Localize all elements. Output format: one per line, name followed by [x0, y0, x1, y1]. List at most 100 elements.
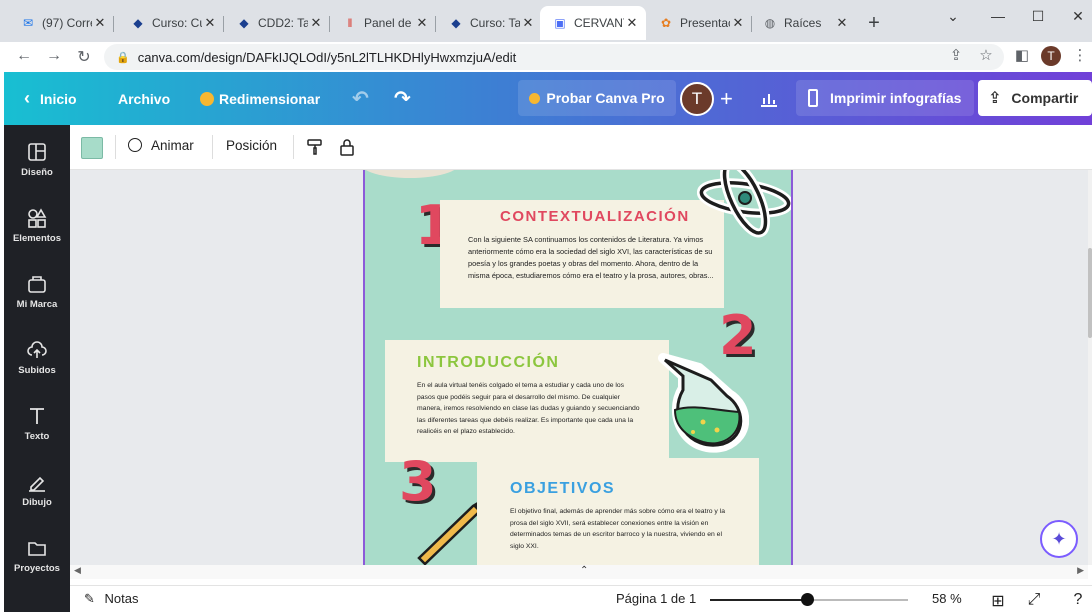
scroll-left-icon[interactable]: ◀: [74, 565, 81, 576]
browser-tab[interactable]: ✉ (97) Correo✕: [8, 6, 114, 40]
resize-button[interactable]: Redimensionar: [200, 72, 320, 125]
sidebar-item-brand[interactable]: Mi Marca: [4, 273, 70, 310]
share-button[interactable]: ⇪ Compartir: [978, 80, 1092, 116]
palette-icon: ✿: [660, 16, 672, 30]
chevron-up-icon[interactable]: ⌃: [580, 565, 588, 576]
try-pro-label: Probar Canva Pro: [546, 90, 665, 106]
new-tab-button[interactable]: +: [864, 12, 884, 35]
browser-tab-title: Panel de: [364, 16, 412, 30]
section-number: 2: [719, 304, 757, 367]
close-tab-icon[interactable]: ✕: [92, 15, 108, 31]
sidebar-item-text[interactable]: Texto: [4, 405, 70, 442]
url-text: canva.com/design/DAFkIJQLOdI/y5nL2lTLHKD…: [137, 49, 517, 65]
browser-tab[interactable]: ◆ Curso: Tar ✕: [436, 6, 542, 40]
sidebar-item-uploads[interactable]: Subidos: [4, 339, 70, 376]
copy-style-icon[interactable]: [306, 138, 324, 159]
try-pro-button[interactable]: Probar Canva Pro: [518, 80, 676, 116]
reload-icon[interactable]: ↻: [74, 47, 94, 67]
print-infographic-button[interactable]: Imprimir infografías: [796, 80, 974, 116]
browser-tab[interactable]: ◆ CDD2: Tar✕: [224, 6, 330, 40]
grid-view-icon[interactable]: ⊞: [988, 591, 1008, 611]
zoom-level[interactable]: 58 %: [932, 591, 962, 606]
minimize-button[interactable]: —: [988, 8, 1008, 24]
design-page[interactable]: 1 CONTEXTUALIZACIÓN Con la siguiente SA …: [363, 170, 793, 565]
fullscreen-icon[interactable]: ⤢: [1024, 591, 1044, 609]
browser-tab[interactable]: ◍ Raíces ✕: [750, 6, 856, 40]
undo-icon[interactable]: ↶: [352, 72, 369, 125]
graduation-cap-icon: ◆: [239, 16, 249, 30]
cloud-upload-icon: [27, 341, 47, 358]
sidebar-item-projects[interactable]: Proyectos: [4, 537, 70, 574]
bookmark-star-icon[interactable]: ☆: [976, 46, 996, 64]
close-tab-icon[interactable]: ✕: [834, 15, 850, 31]
close-tab-icon[interactable]: ✕: [414, 15, 430, 31]
editor-footer: ✎ Notas Página 1 de 1 58 % ⊞ ⤢ ?: [70, 585, 1092, 612]
home-label: Inicio: [40, 90, 77, 107]
section-card[interactable]: OBJETIVOS El objetivo final, además de a…: [477, 458, 759, 565]
position-button[interactable]: Posición: [226, 138, 277, 153]
close-tab-icon[interactable]: ✕: [520, 15, 536, 31]
chevron-left-icon: ‹: [24, 88, 30, 108]
page-indicator[interactable]: Página 1 de 1: [616, 591, 696, 606]
canva-header: ‹ Inicio Archivo Redimensionar ↶ ↷ Proba…: [4, 72, 1092, 125]
close-window-button[interactable]: ✕: [1068, 8, 1088, 25]
file-menu-button[interactable]: Archivo: [118, 72, 170, 125]
shapes-icon: [28, 208, 47, 228]
lock-icon[interactable]: [338, 138, 356, 159]
section-title: OBJETIVOS: [510, 480, 616, 497]
sidebar-item-label: Proyectos: [14, 563, 60, 574]
section-title: CONTEXTUALIZACIÓN: [500, 208, 690, 225]
close-tab-icon[interactable]: ✕: [624, 15, 640, 31]
share-page-icon[interactable]: ⇪: [946, 46, 966, 64]
redo-icon[interactable]: ↷: [394, 72, 411, 125]
zoom-slider-knob[interactable]: [801, 593, 814, 606]
folder-icon: [28, 542, 46, 556]
close-tab-icon[interactable]: ✕: [730, 15, 746, 31]
forward-icon[interactable]: →: [44, 47, 64, 65]
vertical-scrollbar-thumb[interactable]: [1088, 248, 1092, 338]
resize-label: Redimensionar: [219, 90, 321, 107]
home-button[interactable]: ‹ Inicio: [24, 72, 77, 125]
sidepanel-icon[interactable]: ◧: [1012, 46, 1032, 64]
maximize-button[interactable]: ☐: [1028, 8, 1048, 25]
browser-tab-title: Curso: Tar: [470, 16, 520, 30]
animate-button[interactable]: Animar: [128, 138, 194, 153]
add-member-icon[interactable]: +: [720, 72, 733, 125]
graduation-cap-icon: ◆: [133, 16, 143, 30]
close-tab-icon[interactable]: ✕: [308, 15, 324, 31]
back-icon[interactable]: ←: [14, 47, 34, 65]
help-icon[interactable]: ?: [1068, 591, 1088, 609]
url-bar[interactable]: 🔒 canva.com/design/DAFkIJQLOdI/y5nL2lTLH…: [104, 44, 1004, 70]
analytics-icon[interactable]: [760, 72, 778, 125]
browser-menu-icon[interactable]: ⋮: [1070, 46, 1090, 64]
close-tab-icon[interactable]: ✕: [202, 15, 218, 31]
browser-profile-avatar[interactable]: T: [1041, 46, 1061, 66]
sidebar-item-label: Subidos: [18, 365, 56, 376]
browser-tab[interactable]: ▣ CERVANT✕: [540, 6, 646, 40]
section-card[interactable]: INTRODUCCIÓN En el aula virtual tenéis c…: [385, 340, 669, 462]
sidebar-item-label: Elementos: [12, 233, 62, 244]
sidebar-item-label: Dibujo: [22, 497, 52, 508]
editor-toolbar: Animar Posición: [70, 125, 1092, 170]
browser-tab[interactable]: ◆ Curso: Cu ✕: [118, 6, 224, 40]
phone-icon: [808, 89, 818, 107]
scroll-right-icon[interactable]: ▶: [1077, 565, 1084, 576]
tab-search-icon[interactable]: ⌄: [943, 8, 963, 25]
vertical-scrollbar-track[interactable]: [1088, 170, 1092, 565]
text-icon: [30, 408, 44, 424]
draw-icon: [29, 476, 45, 492]
sidebar-item-design[interactable]: Diseño: [4, 141, 70, 178]
browser-tab[interactable]: ✿ Presentac ✕: [646, 6, 752, 40]
address-bar-row: ← → ↻ 🔒 canva.com/design/DAFkIJQLOdI/y5n…: [0, 42, 1092, 72]
user-avatar[interactable]: T: [680, 82, 714, 116]
horizontal-scrollbar[interactable]: ◀ ▶ ⌃: [70, 565, 1088, 579]
animate-label: Animar: [151, 138, 194, 153]
color-swatch[interactable]: [81, 137, 103, 159]
section-card[interactable]: CONTEXTUALIZACIÓN Con la siguiente SA co…: [440, 200, 724, 308]
sidebar-item-elements[interactable]: Elementos: [4, 207, 70, 244]
magic-sparkle-button[interactable]: ✦: [1040, 520, 1078, 558]
sidebar-item-draw[interactable]: Dibujo: [4, 471, 70, 508]
notes-button[interactable]: ✎ Notas: [84, 591, 139, 607]
browser-tab[interactable]: ‖ Panel de ✕: [330, 6, 436, 40]
left-sidebar: Diseño Elementos Mi Marca Subidos Texto …: [4, 125, 70, 612]
